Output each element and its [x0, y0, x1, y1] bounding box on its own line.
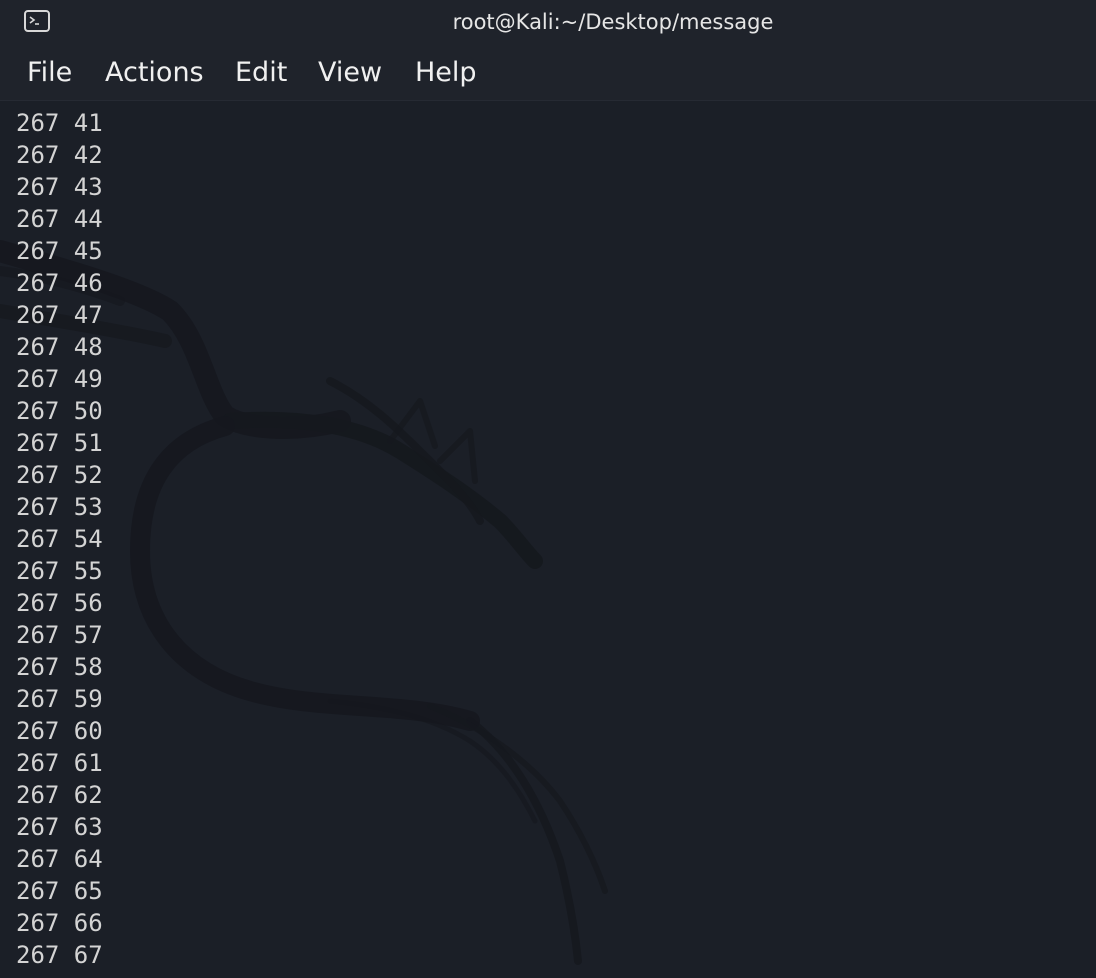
- output-line: 267 48: [16, 333, 103, 361]
- menu-actions[interactable]: Actions: [105, 44, 204, 100]
- output-line: 267 66: [16, 909, 103, 937]
- output-line: 267 49: [16, 365, 103, 393]
- output-line: 267 65: [16, 877, 103, 905]
- output-line: 267 60: [16, 717, 103, 745]
- output-line: 267 56: [16, 589, 103, 617]
- menu-bar: File Actions Edit View Help: [0, 44, 1096, 101]
- output-line: 267 54: [16, 525, 103, 553]
- output-line: 267 62: [16, 781, 103, 809]
- output-line: 267 50: [16, 397, 103, 425]
- output-line: 267 61: [16, 749, 103, 777]
- title-bar: root@Kali:~/Desktop/message: [0, 0, 1096, 44]
- output-line: 267 57: [16, 621, 103, 649]
- output-line: 267 46: [16, 269, 103, 297]
- output-line: 267 51: [16, 429, 103, 457]
- terminal-window: root@Kali:~/Desktop/message File Actions…: [0, 0, 1096, 978]
- output-line: 267 52: [16, 461, 103, 489]
- output-line: 267 43: [16, 173, 103, 201]
- output-line: 267 67: [16, 941, 103, 969]
- menu-file[interactable]: File: [27, 44, 72, 100]
- output-line: 267 63: [16, 813, 103, 841]
- terminal-output[interactable]: 267 41 267 42 267 43 267 44 267 45 267 4…: [0, 101, 1096, 978]
- output-line: 267 58: [16, 653, 103, 681]
- menu-edit[interactable]: Edit: [235, 44, 287, 100]
- window-title: root@Kali:~/Desktop/message: [452, 10, 774, 34]
- output-lines: 267 41 267 42 267 43 267 44 267 45 267 4…: [16, 107, 103, 971]
- menu-help[interactable]: Help: [415, 44, 477, 100]
- output-line: 267 53: [16, 493, 103, 521]
- output-line: 267 55: [16, 557, 103, 585]
- output-line: 267 64: [16, 845, 103, 873]
- output-line: 267 59: [16, 685, 103, 713]
- menu-view[interactable]: View: [318, 44, 382, 100]
- kali-dragon-watermark: [0, 240, 608, 965]
- output-line: 267 42: [16, 141, 103, 169]
- output-line: 267 47: [16, 301, 103, 329]
- output-line: 267 45: [16, 237, 103, 265]
- output-line: 267 41: [16, 109, 103, 137]
- output-line: 267 44: [16, 205, 103, 233]
